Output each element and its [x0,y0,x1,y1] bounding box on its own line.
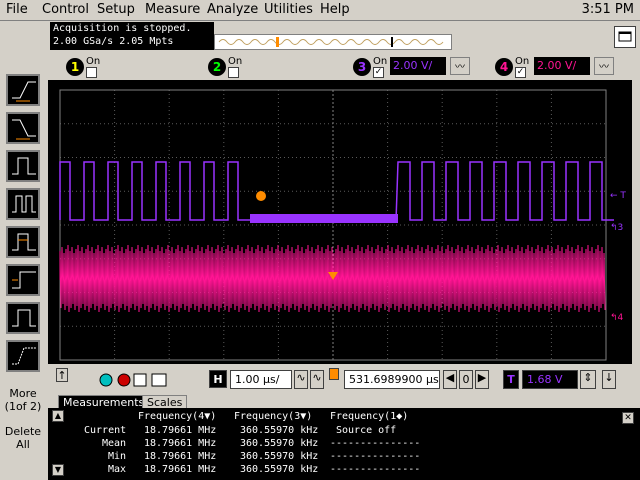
menu-bar: File Control Setup Measure Analyze Utili… [0,0,640,21]
channel-4-ground-indicator: ↰4 [610,313,624,323]
measurement-header-1: Frequency(4▼) [138,411,217,422]
menu-control[interactable]: Control [42,2,89,17]
channel-2-checkbox[interactable] [228,67,239,78]
max-value-2: 360.55970 kHz [240,464,319,475]
mean-value-3: --------------- [330,438,421,449]
channel-4-checkbox[interactable]: ✓ [515,67,526,78]
menu-setup[interactable]: Setup [97,2,135,17]
trigger-position-field[interactable]: 531.6989900 µs [344,370,440,389]
max-value-1: 18.79661 MHz [144,464,217,475]
channel-3-scale[interactable]: 2.00 V/ [390,57,446,75]
min-value-1: 18.79661 MHz [144,451,217,462]
channel-3-ground-indicator: ↰3 [610,223,623,233]
measurement-header-3: Frequency(1◆) [330,411,409,422]
channel-4-scale[interactable]: 2.00 V/ [534,57,590,75]
view-marker [391,37,393,47]
measurements-scroll-down-icon[interactable]: ▼ [52,464,64,476]
timebase-field[interactable]: 1.00 µs/ [230,370,292,389]
tool-column: More (1of 2) Delete All [0,60,50,480]
trigger-source-label: T [503,370,519,389]
window-icon[interactable] [614,26,636,48]
scroll-down-icon[interactable]: ↓ [602,370,616,389]
channel-3-checkbox[interactable]: ✓ [373,67,384,78]
channel-4-icon[interactable]: 4 [495,58,513,76]
transition-trigger-icon[interactable] [6,264,40,296]
timebase-coarse-icon[interactable]: ∿ [294,370,308,389]
trigger-level-stepper[interactable]: ⇕ [580,370,596,389]
trigger-position-marker [276,37,279,47]
memory-bar[interactable] [214,34,452,50]
timebase-fine-icon[interactable]: ∿ [310,370,324,389]
delay-zero-button[interactable]: 0 [459,370,473,389]
min-value-2: 360.55970 kHz [240,451,319,462]
setup-hold-trigger-icon[interactable] [6,226,40,258]
channel-4-on-label: On [515,56,530,67]
channel-4-adjust-button[interactable]: 〰 [594,57,614,75]
channel-3-idle-band [250,214,398,223]
window-trigger-icon[interactable] [6,340,40,372]
max-value-3: --------------- [330,464,421,475]
pulse-width-trigger-icon[interactable] [6,150,40,182]
channel-1-icon[interactable]: 1 [66,58,84,76]
measurements-panel: Frequency(4▼) Frequency(3▼) Frequency(1◆… [48,408,640,480]
measurements-scroll-up-icon[interactable]: ▲ [52,410,64,422]
waveform-display[interactable]: ← T ↰3 ↰4 [48,80,632,364]
clock: 3:51 PM [581,2,634,17]
mean-value-1: 18.79661 MHz [144,438,217,449]
current-value-1: 18.79661 MHz [144,425,217,436]
row-label-current: Current [84,425,127,436]
acquisition-status-text: Acquisition is stopped. [53,23,192,34]
trigger-level-field[interactable]: 1.68 V [522,370,578,389]
row-label-mean: Mean [102,438,127,449]
delete-all-button[interactable]: Delete All [4,425,42,451]
measurement-header-2: Frequency(3▼) [234,411,313,422]
channel-2-on-label: On [228,56,243,67]
acquisition-status: Acquisition is stopped. 2.00 GSa/s 2.05 … [50,22,214,50]
rising-edge-trigger-icon[interactable] [6,74,40,106]
channel-2-icon[interactable]: 2 [208,58,226,76]
horizontal-label: H [209,370,227,388]
trigger-point-marker [256,191,266,201]
menu-utilities[interactable]: Utilities [264,2,313,17]
menu-help[interactable]: Help [320,2,350,17]
channel-1-on-label: On [86,56,101,67]
trigger-position-icon [329,368,339,380]
sample-rate-text: 2.00 GSa/s 2.05 Mpts [53,36,174,47]
falling-edge-trigger-icon[interactable] [6,112,40,144]
delay-left-icon[interactable]: ◀ [443,370,457,389]
memory-bar-wave [218,37,444,47]
channel-3-on-label: On [373,56,388,67]
channel-3-icon[interactable]: 3 [353,58,371,76]
pulse-count-trigger-icon[interactable] [6,188,40,220]
row-label-min: Min [108,451,127,462]
more-button[interactable]: More (1of 2) [4,387,42,413]
delay-right-icon[interactable]: ▶ [475,370,489,389]
mean-value-2: 360.55970 kHz [240,438,319,449]
measurements-close-icon[interactable]: ✕ [622,412,634,424]
trigger-level-indicator: ← T [610,191,626,201]
menu-file[interactable]: File [6,2,28,17]
min-value-3: --------------- [330,451,421,462]
current-value-3: Source off [336,425,397,436]
menu-measure[interactable]: Measure [145,2,200,17]
waveform-svg: ← T ↰3 ↰4 [59,89,626,361]
row-label-max: Max [108,464,127,475]
display-tool-icons[interactable] [98,371,170,389]
channel-3-adjust-button[interactable]: 〰 [450,57,470,75]
current-value-2: 360.55970 kHz [240,425,319,436]
timeout-trigger-icon[interactable] [6,302,40,334]
menu-analyze[interactable]: Analyze [207,2,258,17]
scroll-up-icon[interactable]: ↑ [56,368,68,382]
channel-1-checkbox[interactable] [86,67,97,78]
